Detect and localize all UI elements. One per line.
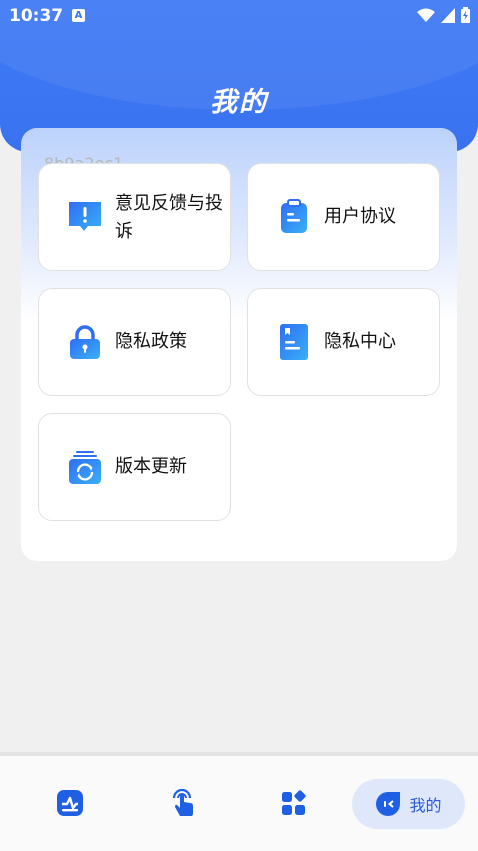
- apps-icon: [282, 790, 306, 815]
- status-bar: 10:37 A: [0, 0, 478, 32]
- battery-icon: [461, 7, 470, 23]
- menu-card: 8b9a2ec1 意见反馈与投诉 用户协议 隐私政策: [21, 128, 457, 561]
- tile-privacy-policy-label: 隐私政策: [115, 331, 187, 352]
- tile-privacy-policy[interactable]: 隐私政策: [38, 288, 231, 396]
- nav-analytics[interactable]: [46, 779, 94, 827]
- nav-profile-label: 我的: [409, 796, 442, 815]
- lock-icon: [70, 325, 100, 359]
- nav-profile[interactable]: 我的: [352, 779, 465, 829]
- tile-user-agreement-label: 用户协议: [324, 206, 396, 227]
- status-app-icon: A: [72, 9, 85, 22]
- refresh-icon: [69, 451, 101, 484]
- document-icon: [280, 324, 308, 360]
- analytics-icon: [57, 790, 83, 816]
- tile-privacy-center-label: 隐私中心: [324, 331, 396, 352]
- tile-version-update-label: 版本更新: [115, 456, 187, 477]
- tile-user-agreement[interactable]: 用户协议: [247, 163, 440, 271]
- bottom-nav: 我的: [0, 756, 478, 851]
- tile-feedback-label: 意见反馈与投诉: [115, 193, 223, 242]
- clipboard-icon: [281, 199, 307, 233]
- profile-icon: [376, 792, 401, 816]
- feedback-icon: [69, 202, 101, 231]
- tile-privacy-center[interactable]: 隐私中心: [247, 288, 440, 396]
- nav-apps[interactable]: [270, 779, 318, 827]
- tile-feedback[interactable]: 意见反馈与投诉: [38, 163, 231, 271]
- nav-touch[interactable]: [158, 779, 206, 827]
- page-title: 我的: [210, 87, 268, 118]
- status-time: 10:37: [9, 6, 64, 26]
- wifi-icon: [417, 8, 435, 22]
- tile-version-update[interactable]: 版本更新: [38, 413, 231, 521]
- touch-icon: [172, 788, 193, 816]
- signal-icon: [441, 7, 455, 23]
